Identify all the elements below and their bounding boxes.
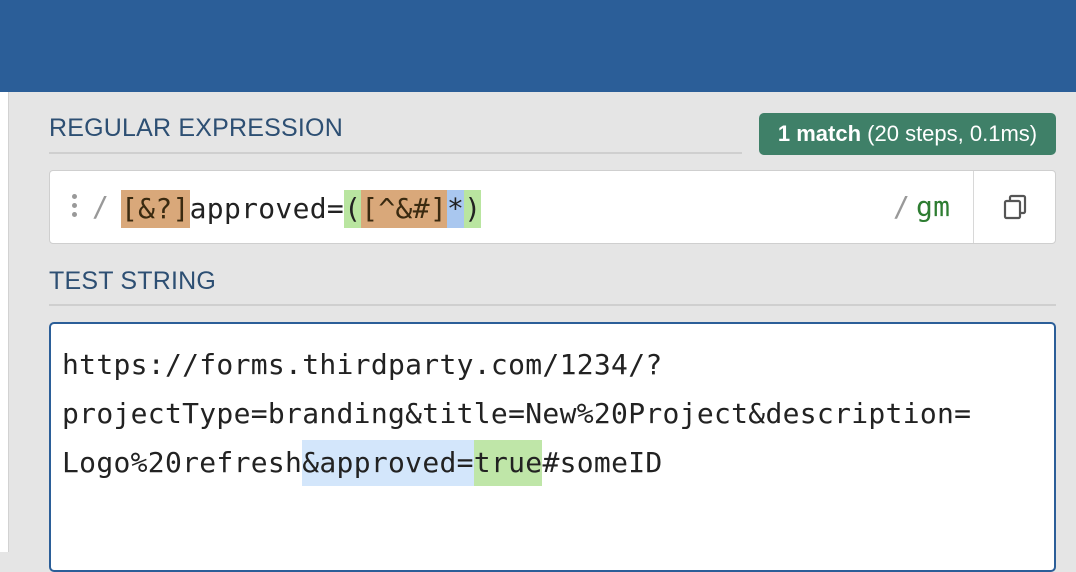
regex-open-delimiter: / — [92, 190, 110, 223]
match-info-badge[interactable]: 1 match (20 steps, 0.1ms) — [759, 113, 1056, 155]
main-panel: REGULAR EXPRESSION 1 match (20 steps, 0.… — [29, 92, 1076, 572]
test-line: projectType=branding&title=New%20Project… — [62, 397, 972, 430]
regex-close-delimiter: / — [893, 190, 911, 223]
copy-icon — [1003, 194, 1027, 220]
regex-token-group-open: ( — [344, 190, 362, 228]
regex-token-literal: approved= — [189, 192, 345, 225]
section-divider — [49, 152, 742, 154]
match-details: (20 steps, 0.1ms) — [867, 121, 1038, 146]
regex-editor[interactable]: / [&?]approved=([^&#]*) / gm — [49, 170, 1056, 244]
regex-token-group-close: ) — [464, 190, 482, 228]
test-string-editor[interactable]: https://forms.thirdparty.com/1234/? proj… — [49, 322, 1056, 572]
group-highlight: true — [473, 440, 543, 486]
copy-button[interactable] — [974, 171, 1056, 243]
test-section-title: TEST STRING — [49, 267, 217, 295]
regex-token-quantifier: * — [447, 190, 465, 228]
test-string-text[interactable]: https://forms.thirdparty.com/1234/? proj… — [62, 340, 971, 487]
match-count: 1 match — [777, 121, 862, 146]
app-header — [0, 0, 1076, 92]
test-line-rest: #someID — [542, 446, 663, 479]
drag-handle-icon[interactable] — [72, 194, 78, 220]
match-highlight: &approved= — [302, 440, 474, 486]
test-line: Logo%20refresh — [62, 446, 303, 479]
regex-input[interactable]: [&?]approved=([^&#]*) — [121, 190, 482, 228]
regex-section-title: REGULAR EXPRESSION — [49, 114, 343, 142]
section-divider — [49, 304, 1056, 306]
regex-flags[interactable]: gm — [916, 190, 950, 223]
test-line: https://forms.thirdparty.com/1234/? — [62, 348, 663, 381]
regex-token-set: [&?] — [121, 190, 190, 228]
sidebar-panel — [0, 92, 9, 552]
regex-token-negated-set: [^&#] — [361, 190, 448, 228]
